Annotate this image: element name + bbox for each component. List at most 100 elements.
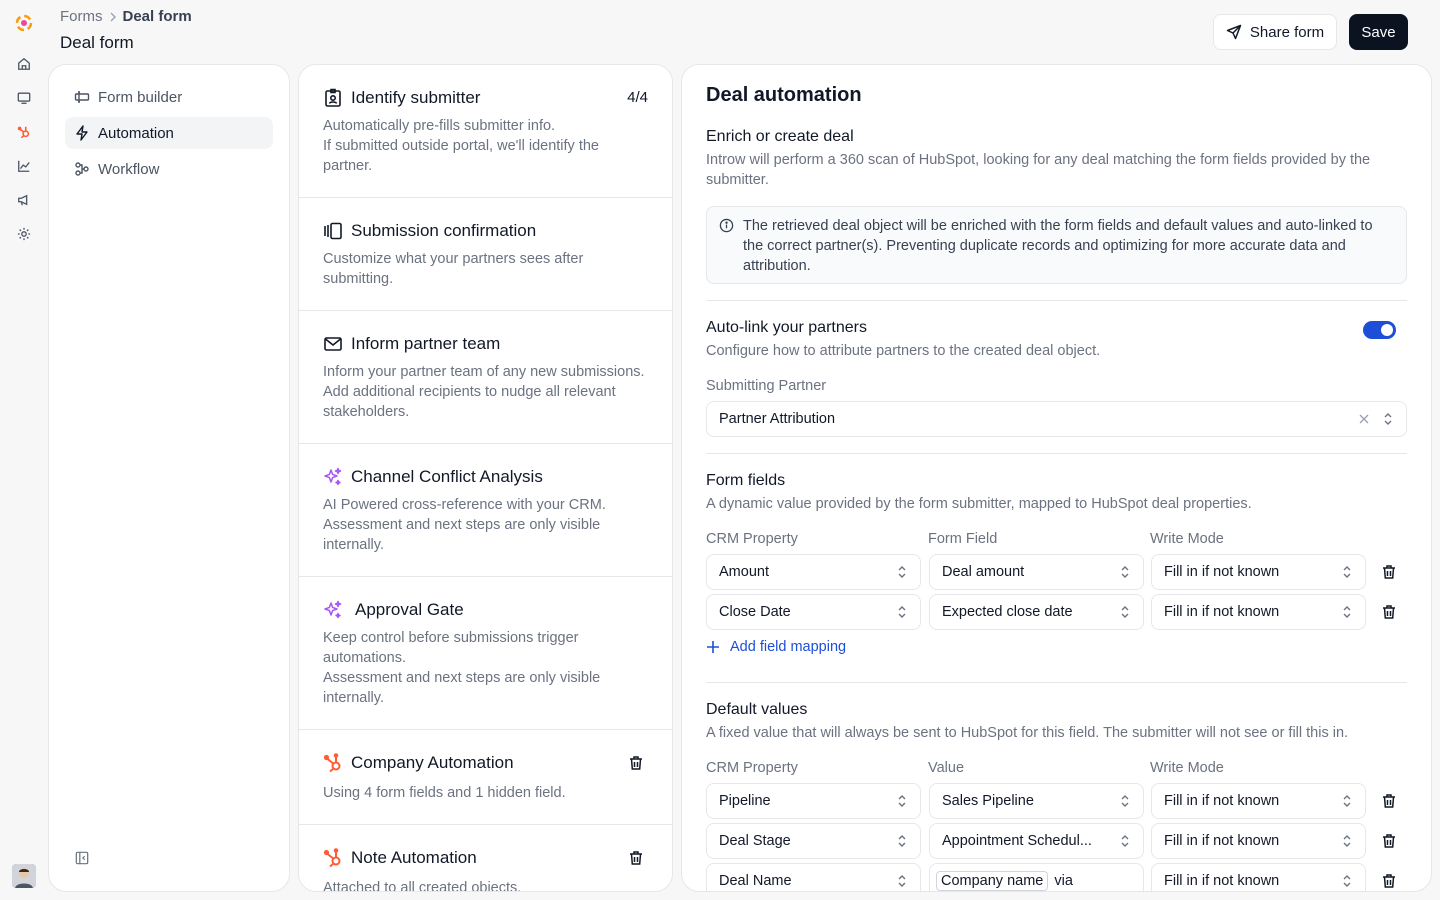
select-value: Fill in if not known bbox=[1164, 833, 1280, 849]
step-inform-partner-team[interactable]: Inform partner team Inform your partner … bbox=[299, 311, 672, 444]
select-value: Deal Name bbox=[719, 873, 792, 889]
step-identify-submitter[interactable]: Identify submitter 4/4 Automatically pre… bbox=[299, 65, 672, 198]
form-field-select[interactable]: Expected close date bbox=[929, 594, 1144, 630]
crm-property-select[interactable]: Close Date bbox=[706, 594, 921, 630]
workflow-icon bbox=[74, 161, 90, 177]
select-value: Pipeline bbox=[719, 793, 771, 809]
chevron-updown-icon bbox=[1341, 834, 1353, 848]
home-icon[interactable] bbox=[14, 54, 34, 74]
nav-item-label: Form builder bbox=[98, 88, 183, 106]
write-mode-select[interactable]: Fill in if not known bbox=[1151, 823, 1366, 859]
step-desc: Inform your partner team of any new subm… bbox=[323, 364, 645, 380]
crm-property-select[interactable]: Deal Name bbox=[706, 863, 921, 891]
chevron-updown-icon bbox=[1119, 834, 1131, 848]
select-value: Close Date bbox=[719, 604, 791, 620]
send-icon bbox=[1226, 24, 1242, 40]
delete-row-trash-icon[interactable] bbox=[1381, 604, 1397, 620]
form-fields-title: Form fields bbox=[706, 472, 786, 489]
chevron-updown-icon bbox=[896, 874, 908, 888]
write-mode-select[interactable]: Fill in if not known bbox=[1151, 554, 1366, 590]
step-desc: Assessment and next steps are only visib… bbox=[323, 517, 601, 553]
step-note-automation[interactable]: Note Automation Attached to all created … bbox=[299, 825, 672, 891]
app-rail bbox=[0, 0, 48, 900]
clear-x-icon[interactable] bbox=[1358, 413, 1370, 425]
col-write-mode: Write Mode bbox=[1150, 531, 1224, 547]
col-value: Value bbox=[928, 760, 965, 776]
write-mode-select[interactable]: Fill in if not known bbox=[1151, 863, 1366, 891]
chevron-updown-icon bbox=[1119, 794, 1131, 808]
crm-property-select[interactable]: Pipeline bbox=[706, 783, 921, 819]
chevron-updown-icon bbox=[1382, 412, 1394, 426]
step-title: Channel Conflict Analysis bbox=[351, 467, 543, 486]
step-approval-gate[interactable]: Approval Gate Keep control before submis… bbox=[299, 577, 672, 730]
select-value: Sales Pipeline bbox=[942, 793, 1034, 809]
step-desc: Automatically pre-fills submitter info. bbox=[323, 118, 556, 134]
submitting-partner-label: Submitting Partner bbox=[706, 378, 827, 394]
nav-item-workflow[interactable]: Workflow bbox=[65, 153, 273, 185]
add-field-mapping-label: Add field mapping bbox=[730, 639, 847, 655]
id-badge-icon bbox=[323, 88, 343, 108]
chevron-right-icon bbox=[109, 12, 117, 22]
step-desc: If submitted outside portal, we'll ident… bbox=[323, 138, 599, 174]
delete-row-trash-icon[interactable] bbox=[1381, 793, 1397, 809]
chevron-updown-icon bbox=[896, 605, 908, 619]
add-field-mapping-button[interactable]: Add field mapping bbox=[706, 639, 846, 655]
delete-step-trash-icon[interactable] bbox=[628, 755, 644, 771]
chevron-updown-icon bbox=[896, 565, 908, 579]
default-values-desc: A fixed value that will always be sent t… bbox=[706, 725, 1349, 741]
col-write-mode: Write Mode bbox=[1150, 760, 1224, 776]
value-select[interactable]: Sales Pipeline bbox=[929, 783, 1144, 819]
chevron-updown-icon bbox=[896, 794, 908, 808]
select-value: Deal Stage bbox=[719, 833, 791, 849]
step-title: Approval Gate bbox=[355, 600, 464, 619]
step-channel-conflict-analysis[interactable]: Channel Conflict Analysis AI Powered cro… bbox=[299, 444, 672, 577]
nav-item-form-builder[interactable]: Form builder bbox=[65, 81, 273, 113]
write-mode-select[interactable]: Fill in if not known bbox=[1151, 594, 1366, 630]
crm-property-select[interactable]: Amount bbox=[706, 554, 921, 590]
select-value: Deal amount bbox=[942, 564, 1025, 580]
step-title: Inform partner team bbox=[351, 334, 501, 353]
nav-item-automation[interactable]: Automation bbox=[65, 117, 273, 149]
select-value: Expected close date bbox=[942, 604, 1073, 620]
submitting-partner-select[interactable]: Partner Attribution bbox=[706, 401, 1407, 437]
value-suffix: via bbox=[1054, 873, 1073, 889]
delete-row-trash-icon[interactable] bbox=[1381, 833, 1397, 849]
form-field-select[interactable]: Deal amount bbox=[929, 554, 1144, 590]
value-template-input[interactable]: Company name via bbox=[929, 863, 1144, 891]
step-desc: Assessment and next steps are only visib… bbox=[323, 670, 601, 706]
monitor-icon[interactable] bbox=[14, 88, 34, 108]
select-value: Partner Attribution bbox=[719, 411, 836, 427]
hubspot-icon bbox=[323, 848, 343, 868]
company-name-token[interactable]: Company name bbox=[936, 871, 1049, 891]
info-icon bbox=[719, 218, 734, 233]
delete-row-trash-icon[interactable] bbox=[1381, 564, 1397, 580]
delete-row-trash-icon[interactable] bbox=[1381, 873, 1397, 889]
crm-property-select[interactable]: Deal Stage bbox=[706, 823, 921, 859]
divider bbox=[706, 453, 1407, 454]
save-button[interactable]: Save bbox=[1349, 14, 1408, 50]
app-logo-icon[interactable] bbox=[14, 13, 34, 33]
chevron-updown-icon bbox=[1341, 605, 1353, 619]
settings-gear-icon[interactable] bbox=[14, 224, 34, 244]
slides-icon bbox=[323, 221, 343, 241]
step-submission-confirmation[interactable]: Submission confirmation Customize what y… bbox=[299, 198, 672, 311]
autolink-toggle[interactable] bbox=[1363, 321, 1396, 339]
collapse-sidebar-icon[interactable] bbox=[75, 851, 89, 865]
value-select[interactable]: Appointment Schedul... bbox=[929, 823, 1144, 859]
chart-icon[interactable] bbox=[14, 156, 34, 176]
delete-step-trash-icon[interactable] bbox=[628, 850, 644, 866]
megaphone-icon[interactable] bbox=[14, 190, 34, 210]
select-value: Amount bbox=[719, 564, 769, 580]
step-desc: Add additional recipients to nudge all r… bbox=[323, 384, 616, 420]
info-callout: The retrieved deal object will be enrich… bbox=[706, 206, 1407, 284]
step-desc: Using 4 form fields and 1 hidden field. bbox=[323, 785, 566, 801]
breadcrumb-forms-link[interactable]: Forms bbox=[60, 8, 103, 25]
write-mode-select[interactable]: Fill in if not known bbox=[1151, 783, 1366, 819]
user-avatar[interactable] bbox=[12, 864, 36, 888]
share-form-button[interactable]: Share form bbox=[1213, 14, 1337, 50]
chevron-updown-icon bbox=[1341, 794, 1353, 808]
nav-item-label: Automation bbox=[98, 124, 174, 142]
step-company-automation[interactable]: Company Automation Using 4 form fields a… bbox=[299, 730, 672, 825]
enrich-title: Enrich or create deal bbox=[706, 128, 854, 145]
hubspot-icon[interactable] bbox=[14, 122, 34, 142]
